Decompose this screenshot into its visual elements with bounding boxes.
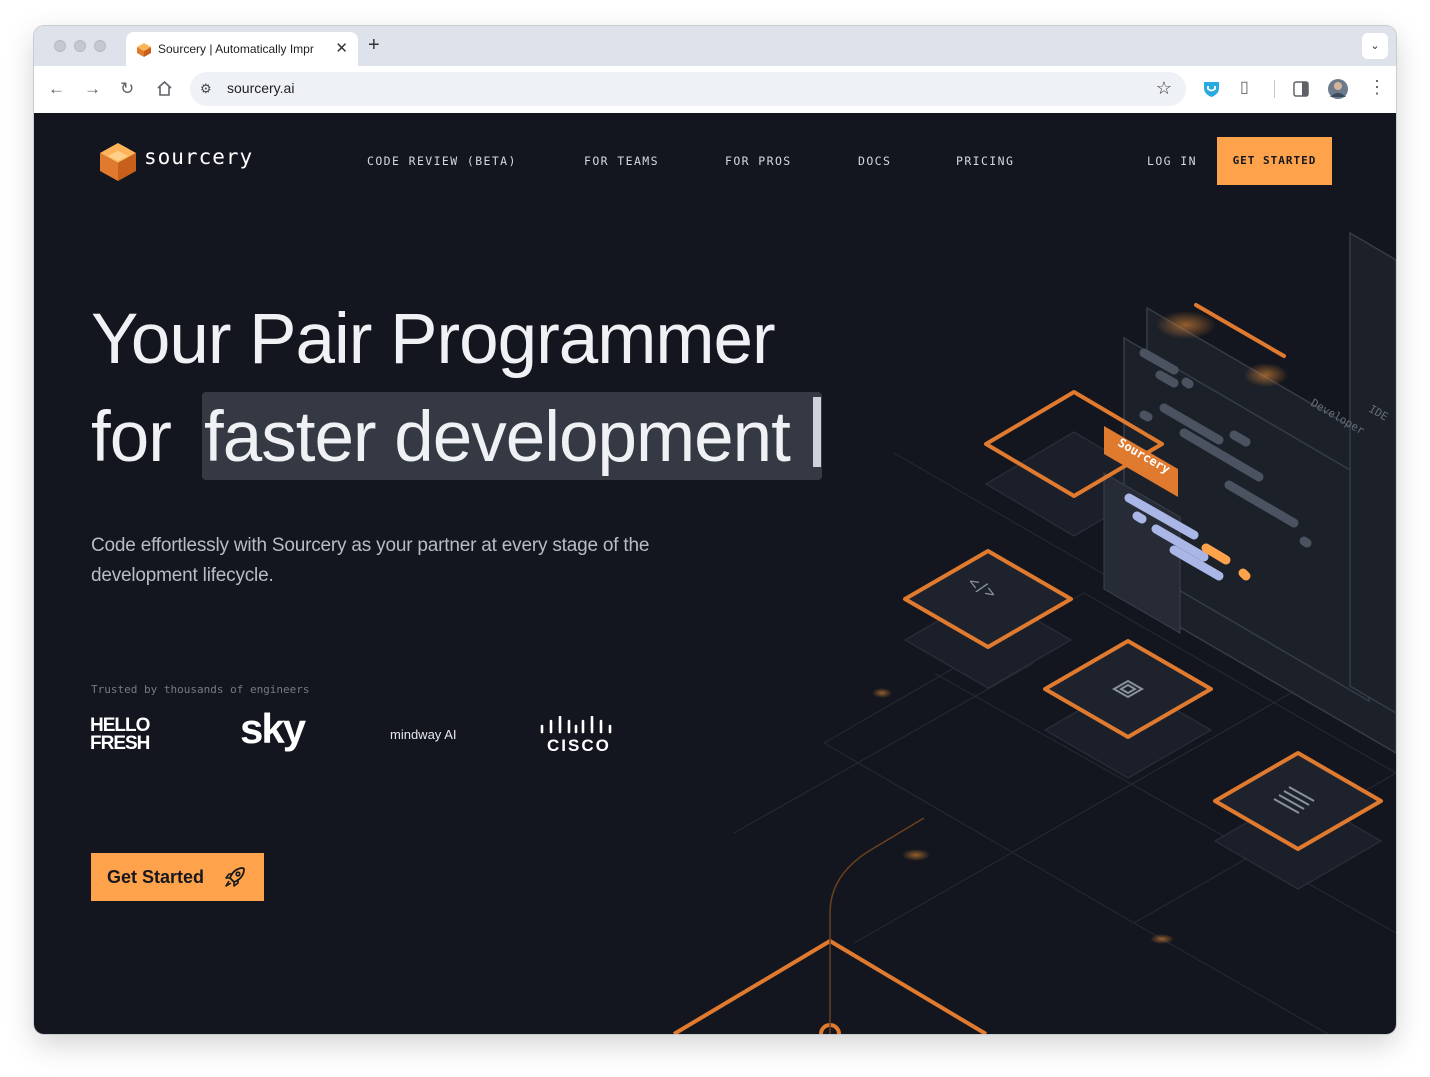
toolbar-divider <box>1274 80 1275 98</box>
get-started-button[interactable]: Get Started <box>91 853 264 901</box>
hero-heading-highlight: faster development <box>204 398 791 477</box>
hero-heading-line-1: Your Pair Programmer <box>91 300 776 379</box>
site-settings-icon[interactable]: ⚙ <box>200 81 212 97</box>
typing-caret <box>813 397 821 467</box>
back-arrow-icon[interactable]: ← <box>48 79 65 99</box>
nav-pricing[interactable]: PRICING <box>956 154 1014 168</box>
get-started-nav-button[interactable]: GET STARTED <box>1217 137 1332 185</box>
tab-close-icon[interactable]: ✕ <box>335 39 348 57</box>
hellofresh-logo-line-2: FRESH <box>90 733 150 754</box>
more-options-icon[interactable]: ⋮ <box>1368 77 1386 98</box>
profile-avatar-icon[interactable] <box>1327 78 1349 100</box>
nav-code-review[interactable]: CODE REVIEW (BETA) <box>367 154 517 168</box>
rocket-icon <box>225 867 245 887</box>
forward-arrow-icon[interactable]: → <box>84 79 101 99</box>
trusted-label: Trusted by thousands of engineers <box>91 683 310 696</box>
hero-subtitle: Code effortlessly with Sourcery as your … <box>91 535 650 586</box>
bookmark-star-icon[interactable]: ☆ <box>1156 78 1172 99</box>
minimize-window-button[interactable] <box>74 40 86 52</box>
reload-icon[interactable]: ↻ <box>120 79 134 99</box>
extensions-puzzle-icon[interactable]: ▯ <box>1240 77 1249 97</box>
url-text: sourcery.ai <box>227 80 295 96</box>
nav-docs[interactable]: DOCS <box>858 154 891 168</box>
brand-name[interactable]: sourcery <box>144 145 253 169</box>
tab-strip: Sourcery | Automatically Impr ✕ + ⌄ <box>34 26 1396 66</box>
browser-toolbar: ← → ↻ ⚙ sourcery.ai ☆ ▯ ⋮ <box>34 66 1396 114</box>
get-started-label: Get Started <box>107 867 205 887</box>
close-window-button[interactable] <box>54 40 66 52</box>
login-link[interactable]: LOG IN <box>1147 154 1197 168</box>
browser-window: Sourcery | Automatically Impr ✕ + ⌄ ← → … <box>34 26 1396 1034</box>
address-bar[interactable]: ⚙ sourcery.ai ☆ <box>190 72 1186 106</box>
tab-title: Sourcery | Automatically Impr <box>158 42 314 56</box>
nav-for-teams[interactable]: FOR TEAMS <box>584 154 659 168</box>
cisco-bars-icon <box>540 716 612 734</box>
home-icon[interactable] <box>156 80 173 97</box>
side-panel-icon[interactable] <box>1293 81 1309 97</box>
tab-search-chevron-icon[interactable]: ⌄ <box>1362 33 1388 59</box>
zoom-window-button[interactable] <box>94 40 106 52</box>
cisco-logo: CISCO <box>547 736 611 755</box>
extension-shield-icon[interactable] <box>1202 79 1221 98</box>
sourcery-landing-page: Sourcery Developer IDE </> sourcery CODE… <box>34 113 1396 1034</box>
browser-tab[interactable]: Sourcery | Automatically Impr ✕ <box>126 32 358 66</box>
sourcery-favicon-icon <box>137 43 151 57</box>
nav-for-pros[interactable]: FOR PROS <box>725 154 792 168</box>
new-tab-button[interactable]: + <box>368 34 380 57</box>
sky-logo: sky <box>240 705 306 752</box>
sourcery-logo-icon[interactable] <box>98 141 138 183</box>
mindway-logo: mindway AI <box>390 727 457 742</box>
hero-heading-prefix: for <box>91 398 172 477</box>
